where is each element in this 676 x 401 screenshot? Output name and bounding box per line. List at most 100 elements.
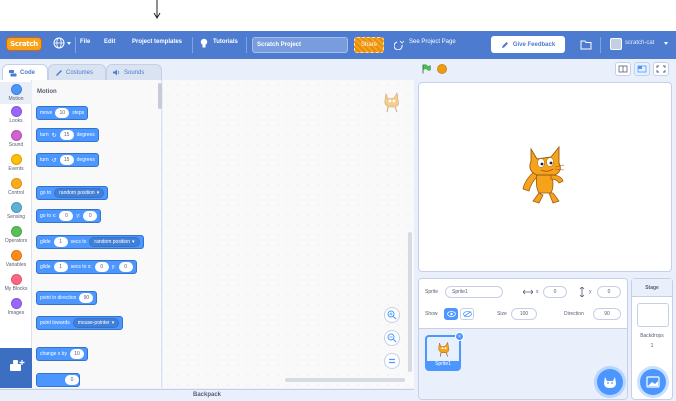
menu-project-templates[interactable]: Project templates xyxy=(132,39,182,45)
block-input[interactable]: 15 xyxy=(59,130,74,140)
dropdown-caret-icon: ▾ xyxy=(111,320,115,326)
fullscreen-button[interactable] xyxy=(653,62,669,76)
block-input[interactable]: 15 xyxy=(59,155,74,165)
block-text: point towards xyxy=(40,320,70,326)
palette-scrollbar[interactable] xyxy=(158,83,162,109)
category-variables[interactable]: Variables xyxy=(0,250,32,268)
scratch-logo[interactable]: Scratch xyxy=(6,37,42,51)
block-change-x[interactable]: change x by 10 xyxy=(36,347,88,361)
block-set-x[interactable]: 0 xyxy=(36,373,80,387)
see-project-page-icon[interactable] xyxy=(394,40,404,50)
see-project-page-link[interactable]: See Project Page xyxy=(409,39,456,45)
sprite-thumbnail-label: Sprite1 xyxy=(427,361,459,369)
direction-label: Direction xyxy=(564,311,584,317)
block-text: turn xyxy=(40,132,49,138)
zoom-in-button[interactable] xyxy=(384,307,400,323)
tab-sounds-label: Sounds xyxy=(124,69,145,76)
lightbulb-icon[interactable] xyxy=(200,38,208,49)
hide-sprite-button[interactable] xyxy=(460,308,474,320)
block-text: y: xyxy=(111,264,116,270)
eye-open-icon xyxy=(446,311,456,317)
tab-costumes[interactable]: Costumes xyxy=(48,64,106,80)
brush-icon xyxy=(56,70,62,76)
tab-sounds[interactable]: Sounds xyxy=(106,64,162,80)
add-extension-button[interactable] xyxy=(0,348,32,388)
block-dropdown[interactable]: random position ▾ xyxy=(89,237,140,247)
menu-tutorials[interactable]: Tutorials xyxy=(213,39,238,45)
category-looks[interactable]: Looks xyxy=(0,106,32,124)
block-palette: Motion move 10 steps turn ↻ 15 degrees t… xyxy=(32,80,162,388)
scratch-cat-sprite[interactable] xyxy=(517,143,569,207)
block-input[interactable]: 0 xyxy=(83,211,98,221)
block-input[interactable]: 1 xyxy=(53,237,68,247)
zoom-reset-button[interactable] xyxy=(384,353,400,369)
category-sensing[interactable]: Sensing xyxy=(0,202,32,220)
add-sprite-button[interactable] xyxy=(597,369,623,395)
menu-edit[interactable]: Edit xyxy=(104,39,115,45)
category-label: Sound xyxy=(8,142,24,148)
category-sound[interactable]: Sound xyxy=(0,130,32,148)
script-area[interactable] xyxy=(163,80,414,388)
backpack-bar[interactable]: Backpack xyxy=(0,389,414,401)
dropdown-caret-icon: ▾ xyxy=(96,190,100,196)
small-stage-button[interactable] xyxy=(615,62,631,76)
block-move-steps[interactable]: move 10 steps xyxy=(36,106,89,120)
normal-stage-button[interactable] xyxy=(634,62,650,76)
delete-sprite-icon[interactable]: × xyxy=(455,332,464,341)
category-my-blocks[interactable]: My Blocks xyxy=(0,274,32,292)
block-go-to[interactable]: go to random position ▾ xyxy=(36,186,109,200)
username-label[interactable]: scratch-cat xyxy=(625,40,654,46)
y-input[interactable]: 0 xyxy=(597,286,621,298)
category-operators[interactable]: Operators xyxy=(0,226,32,244)
globe-icon[interactable] xyxy=(53,37,65,49)
sprite-name-input[interactable]: Sprite1 xyxy=(445,286,503,298)
block-turn-left[interactable]: turn ↺ 15 degrees xyxy=(36,153,99,167)
block-text: glide xyxy=(40,239,51,245)
category-events[interactable]: Events xyxy=(0,154,32,172)
direction-input[interactable]: 90 xyxy=(593,308,621,320)
project-title-input[interactable]: Scratch Project xyxy=(252,37,348,53)
size-input[interactable]: 100 xyxy=(511,308,537,320)
block-glide-to[interactable]: glide 1 secs to random position ▾ xyxy=(36,235,144,249)
sprite-thumbnail[interactable]: Sprite1 × xyxy=(425,332,464,371)
category-motion[interactable]: Motion xyxy=(0,82,32,104)
green-flag-icon[interactable] xyxy=(422,64,431,74)
block-input[interactable]: 0 xyxy=(65,375,79,385)
block-point-towards[interactable]: point towards mouse-pointer ▾ xyxy=(36,316,124,330)
stop-icon[interactable] xyxy=(437,64,447,74)
annotation-arrow-icon xyxy=(153,0,161,19)
account-caret-icon[interactable] xyxy=(664,42,668,45)
my-stuff-folder-icon[interactable] xyxy=(580,39,592,50)
block-input[interactable]: 0 xyxy=(118,262,133,272)
sprite-name-label: Sprite xyxy=(425,289,439,295)
tab-code[interactable]: Code xyxy=(2,64,48,81)
add-backdrop-button[interactable] xyxy=(640,369,666,395)
share-button[interactable]: Share xyxy=(354,37,384,53)
user-avatar[interactable] xyxy=(610,38,622,50)
block-input[interactable]: 0 xyxy=(94,262,109,272)
block-dropdown[interactable]: mouse-pointer ▾ xyxy=(72,318,120,328)
block-glide-to-xy[interactable]: glide 1 secs to x: 0 y: 0 xyxy=(36,260,137,274)
category-images[interactable]: Images xyxy=(0,298,32,316)
script-area-h-scrollbar[interactable] xyxy=(285,378,405,382)
block-go-to-xy[interactable]: go to x: 0 y: 0 xyxy=(36,209,102,223)
block-input[interactable]: 10 xyxy=(69,349,84,359)
block-point-in-direction[interactable]: point in direction 90 xyxy=(36,291,98,305)
block-input[interactable]: 10 xyxy=(55,108,70,118)
x-label: x xyxy=(536,289,539,295)
block-dropdown[interactable]: random position ▾ xyxy=(54,188,105,198)
menu-file[interactable]: File xyxy=(80,39,90,45)
block-input[interactable]: 0 xyxy=(59,211,74,221)
category-label: Operators xyxy=(4,238,28,244)
give-feedback-button[interactable]: Give Feedback xyxy=(491,36,565,53)
zoom-out-button[interactable] xyxy=(384,330,400,346)
block-turn-right[interactable]: turn ↻ 15 degrees xyxy=(36,128,99,142)
language-caret-icon[interactable] xyxy=(67,42,71,45)
stage-thumbnail[interactable] xyxy=(637,303,669,327)
show-sprite-button[interactable] xyxy=(444,308,458,320)
block-input[interactable]: 1 xyxy=(53,262,68,272)
x-input[interactable]: 0 xyxy=(543,286,567,298)
script-area-v-scrollbar[interactable] xyxy=(408,232,412,372)
category-control[interactable]: Control xyxy=(0,178,32,196)
block-input[interactable]: 90 xyxy=(79,293,94,303)
